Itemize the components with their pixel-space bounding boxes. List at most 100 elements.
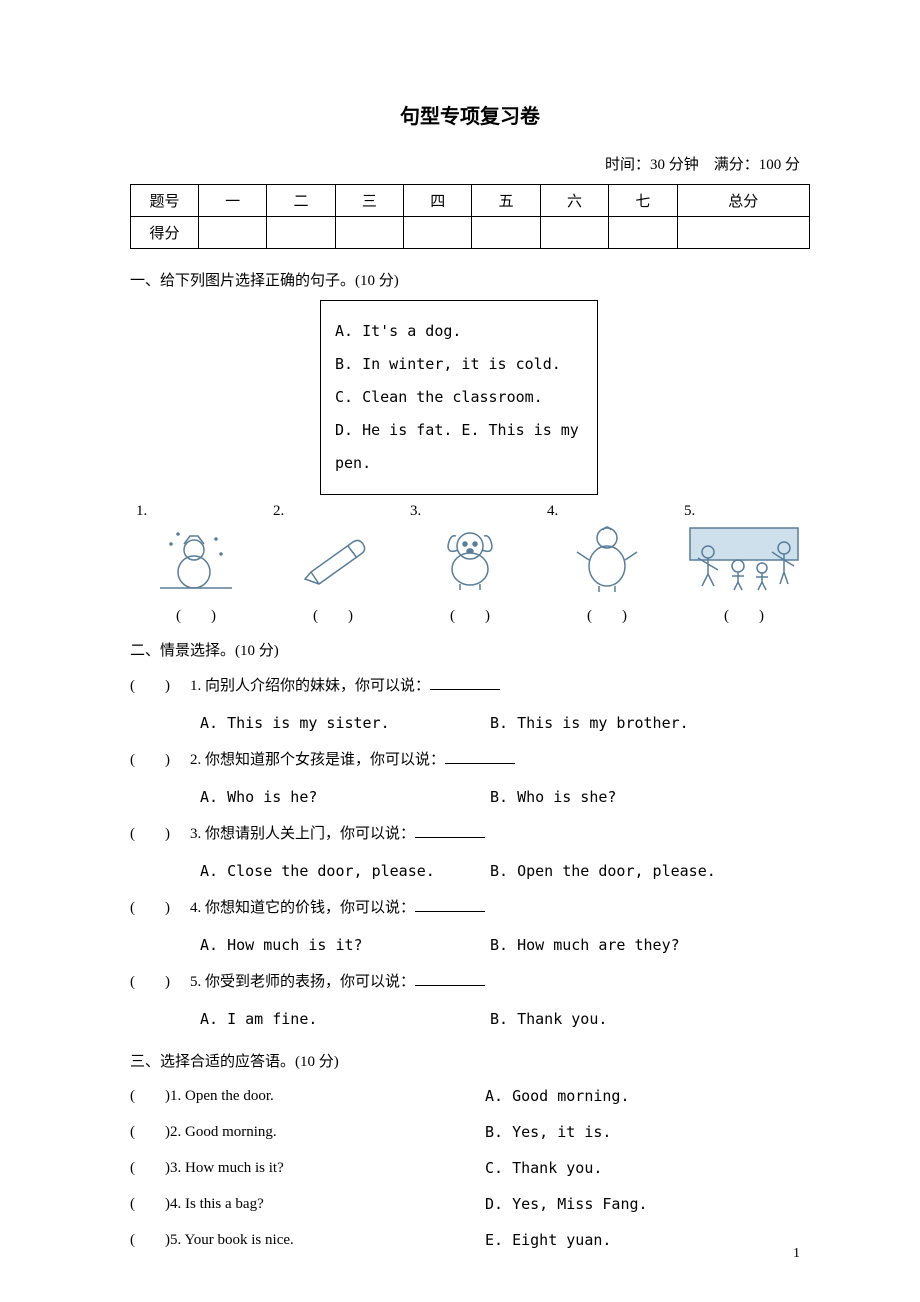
q-row: ( ) 4. 你想知道它的价钱，你可以说： [130,892,810,925]
score-cell: 题号 [131,185,199,217]
option-a: A. Who is he? [200,781,490,814]
score-cell-blank[interactable] [609,217,677,249]
option-b: B. This is my brother. [490,707,689,740]
score-cell: 六 [540,185,608,217]
score-cell-blank[interactable] [199,217,267,249]
pic-item-2: 2. ( ) [273,503,393,625]
answer-paren[interactable]: ( ) [130,1232,170,1248]
q-text: 1. 向别人介绍你的妹妹，你可以说： [190,678,430,694]
answer-paren[interactable]: ( ) [130,1160,170,1176]
answer-paren[interactable]: ( ) [130,818,190,851]
answer-blank[interactable]: ( ) [587,604,627,625]
section2-head: 二、情景选择。(10 分) [130,639,810,660]
score-cell: 四 [404,185,472,217]
q-row: ( ) 3. 你想请别人关上门，你可以说： [130,818,810,851]
match-right-text: C. Thank you. [485,1153,602,1183]
pic-item-5: 5. ( ) [684,503,804,625]
score-cell: 得分 [131,217,199,249]
score-table: 题号 一 二 三 四 五 六 七 总分 得分 [130,184,810,249]
score-cell: 总分 [677,185,809,217]
q-row: ( ) 5. 你受到老师的表扬，你可以说： [130,966,810,999]
answer-paren[interactable]: ( ) [130,892,190,925]
score-cell: 三 [335,185,403,217]
pic-num: 1. [136,503,147,520]
answer-blank[interactable]: ( ) [450,604,490,625]
answer-paren[interactable]: ( ) [130,966,190,999]
score-cell: 一 [199,185,267,217]
q-text: 3. 你想请别人关上门，你可以说： [190,826,415,842]
answer-paren[interactable]: ( ) [130,1088,170,1104]
section2-list: ( ) 1. 向别人介绍你的妹妹，你可以说： A. This is my sis… [130,670,810,1036]
pics-row: 1. ( ) 2. ( ) 3. [136,503,804,625]
pic-num: 4. [547,503,558,520]
match-right-text: E. Eight yuan. [485,1225,611,1255]
choice-a: A. It's a dog. [335,315,587,348]
option-b: B. Open the door, please. [490,855,716,888]
pic-item-3: 3. ( ) [410,503,530,625]
answer-blank[interactable]: ( ) [313,604,353,625]
score-cell: 七 [609,185,677,217]
score-cell-blank[interactable] [540,217,608,249]
match-row: ( )5. Your book is nice. E. Eight yuan. [130,1225,810,1255]
q-text: 5. 你受到老师的表扬，你可以说： [190,974,415,990]
match-row: ( )1. Open the door. A. Good morning. [130,1081,810,1111]
answer-paren[interactable]: ( ) [130,744,190,777]
choice-box: A. It's a dog. B. In winter, it is cold.… [320,300,598,495]
q-text: 2. 你想知道那个女孩是谁，你可以说： [190,752,445,768]
option-a: A. Close the door, please. [200,855,490,888]
fill-line[interactable] [415,972,485,986]
fill-line[interactable] [415,898,485,912]
match-left-text: 1. Open the door. [170,1088,274,1104]
match-right-text: A. Good morning. [485,1081,630,1111]
match-left-text: 5. Your book is nice. [170,1232,294,1248]
q-row: ( ) 1. 向别人介绍你的妹妹，你可以说： [130,670,810,703]
fill-line[interactable] [445,750,515,764]
choice-b: B. In winter, it is cold. [335,348,587,381]
option-a: A. How much is it? [200,929,490,962]
pic-num: 3. [410,503,421,520]
option-b: B. Who is she? [490,781,616,814]
section3-list: ( )1. Open the door. A. Good morning. ( … [130,1081,810,1255]
score-cell: 二 [267,185,335,217]
score-cell: 五 [472,185,540,217]
option-b: B. Thank you. [490,1003,607,1036]
dog-icon [430,524,510,594]
choice-c: C. Clean the classroom. [335,381,587,414]
answer-paren[interactable]: ( ) [130,670,190,703]
match-row: ( )2. Good morning. B. Yes, it is. [130,1117,810,1147]
answer-blank[interactable]: ( ) [724,604,764,625]
timing-line: 时间：30 分钟 满分：100 分 [130,153,810,174]
fill-line[interactable] [430,676,500,690]
option-a: A. This is my sister. [200,707,490,740]
classroom-cleaning-icon [684,524,804,594]
match-row: ( )3. How much is it? C. Thank you. [130,1153,810,1183]
match-row: ( )4. Is this a bag? D. Yes, Miss Fang. [130,1189,810,1219]
match-right-text: D. Yes, Miss Fang. [485,1189,648,1219]
match-left-text: 2. Good morning. [170,1124,277,1140]
pic-item-4: 4. ( ) [547,503,667,625]
score-cell-blank[interactable] [472,217,540,249]
section1-head: 一、给下列图片选择正确的句子。(10 分) [130,269,810,290]
pic-num: 2. [273,503,284,520]
option-b: B. How much are they? [490,929,680,962]
score-cell-blank[interactable] [267,217,335,249]
section3-head: 三、选择合适的应答语。(10 分) [130,1050,810,1071]
snowman-icon [156,524,236,594]
match-left-text: 3. How much is it? [170,1160,284,1176]
answer-paren[interactable]: ( ) [130,1124,170,1140]
q-row: ( ) 2. 你想知道那个女孩是谁，你可以说： [130,744,810,777]
score-cell-blank[interactable] [404,217,472,249]
score-cell-blank[interactable] [677,217,809,249]
page-number: 1 [793,1246,800,1262]
pic-num: 5. [684,503,695,520]
pen-icon [293,524,373,594]
page-title: 句型专项复习卷 [130,100,810,129]
score-cell-blank[interactable] [335,217,403,249]
answer-blank[interactable]: ( ) [176,604,216,625]
match-right-text: B. Yes, it is. [485,1117,611,1147]
answer-paren[interactable]: ( ) [130,1196,170,1212]
q-text: 4. 你想知道它的价钱，你可以说： [190,900,415,916]
fill-line[interactable] [415,824,485,838]
pic-item-1: 1. ( ) [136,503,256,625]
match-left-text: 4. Is this a bag? [170,1196,264,1212]
